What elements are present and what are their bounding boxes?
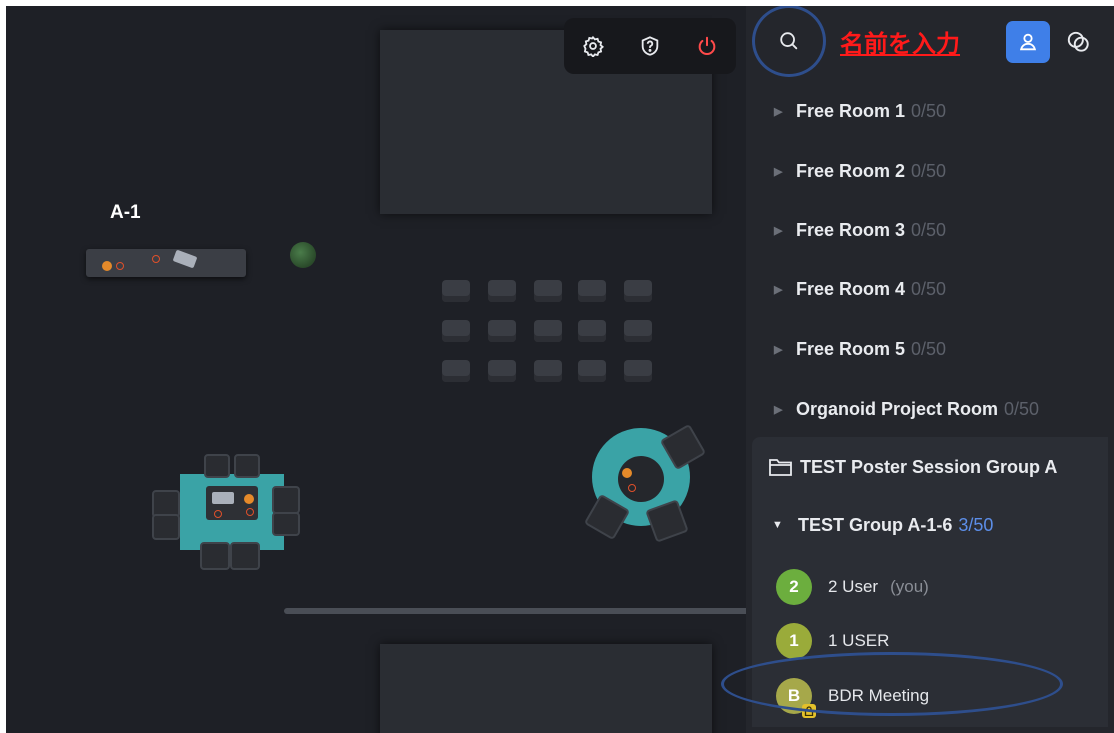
user-avatar-dot [244,494,254,504]
search-button[interactable] [752,6,826,77]
plant-decoration [290,242,316,268]
room-name: Free Room 2 [796,160,906,181]
avatar: 2 [776,569,812,605]
group-header[interactable]: TEST Poster Session Group A [768,452,1057,482]
room-name: Free Room 4 [796,278,906,299]
room-name: Free Room 3 [796,219,906,240]
presentation-screen-bottom [380,644,712,733]
subgroup-item-test-group-a-1-6[interactable]: ▼ TEST Group A-1-6 3/50 [772,510,993,540]
laptop-icon [212,492,234,504]
desk-label: A-1 [110,202,141,223]
caret-right-icon: ▶ [774,165,783,178]
room-item-free-room-2[interactable]: ▶ Free Room 2 0/50 [774,156,946,186]
user-name: 2 User [828,577,879,596]
app-window: A-1 名前を入力 ▶ Free Room 1 0/50 ▶ Free Room… [6,6,1114,733]
room-count: 0/50 [911,160,947,181]
user-avatar-dot [622,468,632,478]
desk-a1[interactable] [86,249,246,277]
map-toolbar [564,18,736,74]
map-canvas[interactable]: A-1 [6,6,766,733]
room-name: Free Room 1 [796,100,906,121]
gear-icon[interactable] [581,34,605,58]
chat-icon [1067,31,1089,52]
power-icon[interactable] [695,34,719,58]
room-count: 0/50 [911,278,947,299]
user-note: (you) [890,577,929,596]
caret-right-icon: ▶ [774,343,783,356]
user-icon [1019,33,1037,51]
map-divider [284,608,754,614]
avatar: 1 [776,623,812,659]
chat-button[interactable] [1064,28,1092,56]
laptop-icon [172,249,198,269]
caret-right-icon: ▶ [774,403,783,416]
caret-right-icon: ▶ [774,283,783,296]
room-count: 0/50 [911,219,947,240]
caret-right-icon: ▶ [774,224,783,237]
mic-dot [116,262,124,270]
caret-down-icon: ▼ [772,519,783,531]
user-row[interactable]: 2 2 User (you) [776,567,929,607]
folder-icon [769,459,792,476]
name-input-hint: 名前を入力 [840,31,960,58]
room-name: Organoid Project Room [796,398,999,419]
room-count: 0/50 [911,100,947,121]
help-icon[interactable] [638,34,662,58]
highlight-ring [721,652,1063,716]
room-count: 0/50 [911,338,947,359]
user-name: 1 USER [828,631,890,650]
caret-right-icon: ▶ [774,105,783,118]
room-item-free-room-5[interactable]: ▶ Free Room 5 0/50 [774,334,946,364]
group-title: TEST Poster Session Group A [800,456,1058,477]
subgroup-count: 3/50 [958,514,994,535]
room-item-free-room-3[interactable]: ▶ Free Room 3 0/50 [774,215,946,245]
room-name: Free Room 5 [796,338,906,359]
search-icon [780,32,798,50]
user-avatar-dot [102,261,112,271]
subgroup-name: TEST Group A-1-6 [798,514,953,535]
room-count: 0/50 [1004,398,1040,419]
mic-dot [152,255,160,263]
user-list-button[interactable] [1006,21,1050,63]
room-item-free-room-4[interactable]: ▶ Free Room 4 0/50 [774,274,946,304]
room-item-organoid-project-room[interactable]: ▶ Organoid Project Room 0/50 [774,394,1039,424]
room-item-free-room-1[interactable]: ▶ Free Room 1 0/50 [774,96,946,126]
